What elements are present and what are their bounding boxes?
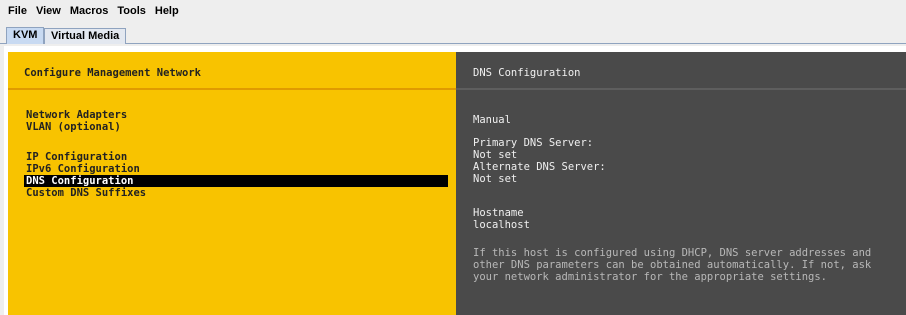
- menu-tools[interactable]: Tools: [117, 5, 146, 17]
- menu-bar: File View Macros Tools Help: [0, 0, 906, 22]
- network-menu-pane: Configure Management Network Network Ada…: [8, 52, 456, 315]
- details-title: DNS Configuration: [473, 67, 581, 79]
- network-options-list: Network Adapters VLAN (optional) IP Conf…: [24, 109, 448, 199]
- menu-file[interactable]: File: [8, 5, 27, 17]
- dhcp-note: If this host is configured using DHCP, D…: [473, 247, 872, 283]
- option-ip-configuration[interactable]: IP Configuration: [24, 151, 448, 163]
- option-dns-configuration[interactable]: DNS Configuration: [24, 175, 448, 187]
- menu-view[interactable]: View: [36, 5, 61, 17]
- option-vlan[interactable]: VLAN (optional): [24, 121, 448, 133]
- tab-bar: KVM Virtual Media: [0, 22, 906, 44]
- tab-kvm[interactable]: KVM: [6, 27, 45, 44]
- menu-help[interactable]: Help: [155, 5, 179, 17]
- menu-title: Configure Management Network: [24, 67, 202, 79]
- option-ipv6-configuration[interactable]: IPv6 Configuration: [24, 163, 448, 175]
- details-pane: DNS Configuration Manual Primary DNS Ser…: [456, 52, 906, 315]
- left-header: Configure Management Network: [8, 52, 456, 90]
- alternate-dns-value: Not set: [473, 173, 518, 185]
- primary-dns-value: Not set: [473, 149, 518, 161]
- kvm-console[interactable]: Configure Management Network Network Ada…: [8, 52, 906, 315]
- alternate-dns-label: Alternate DNS Server:: [473, 161, 606, 173]
- dns-mode: Manual: [473, 114, 511, 126]
- tab-virtual-media[interactable]: Virtual Media: [44, 28, 127, 44]
- hostname-label: Hostname: [473, 207, 524, 219]
- right-header: DNS Configuration: [456, 52, 906, 90]
- option-network-adapters[interactable]: Network Adapters: [24, 109, 448, 121]
- option-custom-dns-suffixes[interactable]: Custom DNS Suffixes: [24, 187, 448, 199]
- hostname-value: localhost: [473, 219, 530, 231]
- primary-dns-label: Primary DNS Server:: [473, 137, 594, 149]
- menu-macros[interactable]: Macros: [70, 5, 109, 17]
